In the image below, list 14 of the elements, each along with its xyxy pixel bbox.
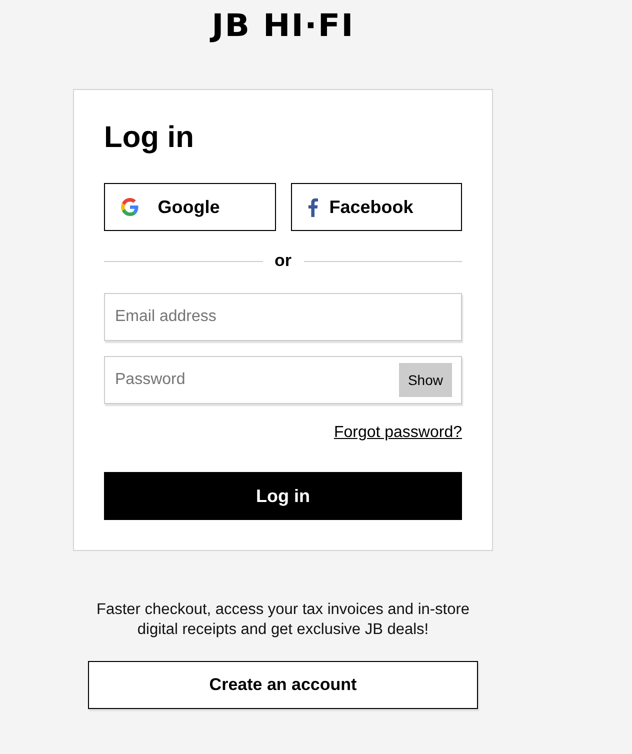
social-login-button[interactable]: Facebook — [290, 183, 462, 231]
email-field[interactable]: Email address — [104, 293, 462, 341]
card-title: Log in — [104, 120, 195, 156]
login-button[interactable]: Log in — [104, 472, 462, 520]
promo-text: Faster checkout, access your tax invoices and in-store digital receipts and get exclusive JB deals! — [95, 600, 471, 640]
google-icon — [121, 198, 139, 216]
create-account-button[interactable]: Create an account — [88, 661, 478, 709]
forgot-password-link[interactable]: Forgot password? — [334, 424, 462, 442]
logo: JB HI·FI — [212, 9, 354, 43]
facebook-icon — [308, 198, 318, 216]
divider-label: or — [274, 251, 292, 271]
password-field[interactable]: Password Show — [104, 356, 462, 404]
social-login-button[interactable]: Google — [104, 183, 276, 231]
show-password-button[interactable]: Show — [398, 363, 452, 397]
